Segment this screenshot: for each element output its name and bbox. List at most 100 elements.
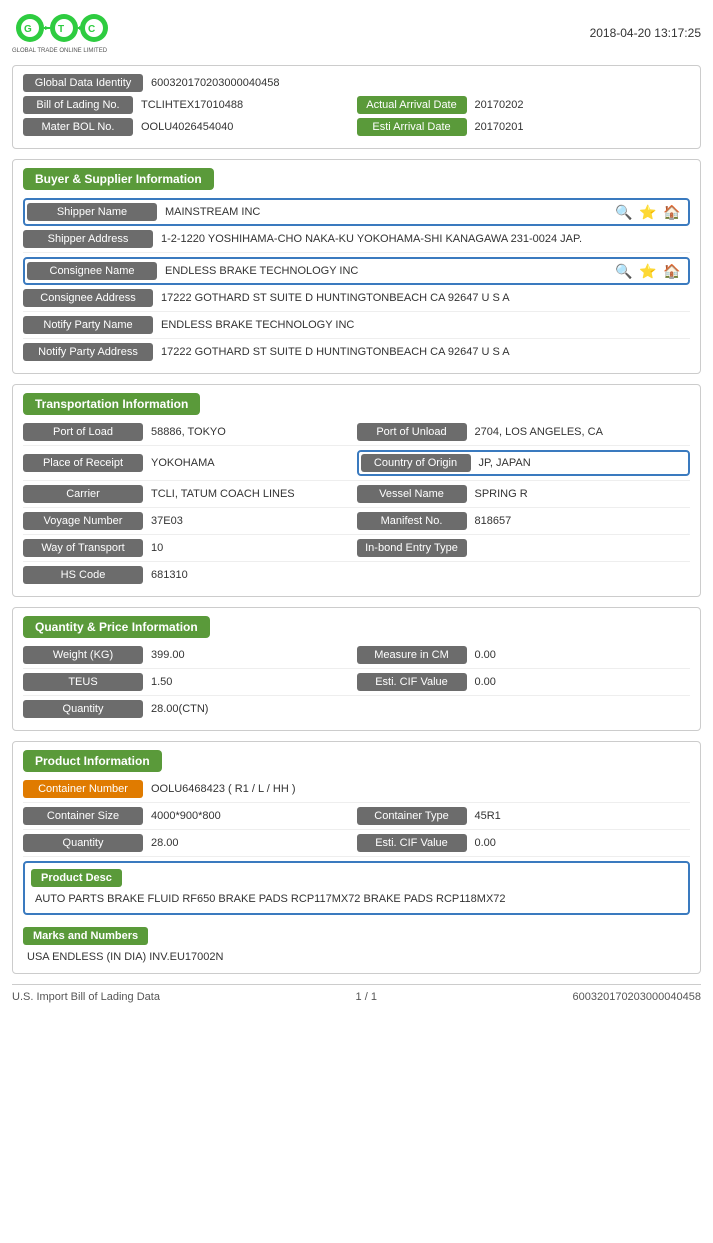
way-of-transport-value: 10 [143, 539, 357, 557]
global-data-identity-value: 600320170203000040458 [143, 74, 287, 92]
vessel-name-label: Vessel Name [357, 485, 467, 503]
way-of-transport-half: Way of Transport 10 [23, 539, 357, 557]
measure-half: Measure in CM 0.00 [357, 646, 691, 664]
shipper-name-icons: 🔍 ⭐ 🏠 [614, 202, 686, 222]
search-icon[interactable]: 🔍 [614, 202, 634, 222]
shipper-name-label: Shipper Name [27, 203, 157, 221]
quantity-price-section: Quantity & Price Information Weight (KG)… [12, 607, 701, 731]
global-data-identity-row: Global Data Identity 6003201702030000404… [23, 74, 690, 92]
buyer-supplier-section: Buyer & Supplier Information Shipper Nam… [12, 159, 701, 374]
manifest-half: Manifest No. 818657 [357, 512, 691, 530]
actual-arrival-half: Actual Arrival Date 20170202 [357, 96, 691, 114]
notify-party-address-label: Notify Party Address [23, 343, 153, 361]
container-number-row: Container Number OOLU6468423 ( R1 / L / … [23, 780, 690, 803]
teus-half: TEUS 1.50 [23, 673, 357, 691]
product-quantity-cif-row: Quantity 28.00 Esti. CIF Value 0.00 [23, 834, 690, 857]
timestamp: 2018-04-20 13:17:25 [590, 26, 701, 40]
port-of-unload-label: Port of Unload [357, 423, 467, 441]
container-type-label: Container Type [357, 807, 467, 825]
home-icon[interactable]: 🏠 [662, 261, 682, 281]
container-size-type-row: Container Size 4000*900*800 Container Ty… [23, 807, 690, 830]
quantity-label: Quantity [23, 700, 143, 718]
esti-cif-value: 0.00 [467, 673, 691, 691]
place-of-receipt-label: Place of Receipt [23, 454, 143, 472]
consignee-address-row: Consignee Address 17222 GOTHARD ST SUITE… [23, 289, 690, 312]
mater-bol-half: Mater BOL No. OOLU4026454040 [23, 118, 357, 136]
svg-text:G: G [24, 24, 32, 35]
consignee-address-value: 17222 GOTHARD ST SUITE D HUNTINGTONBEACH… [153, 289, 690, 307]
vessel-name-value: SPRING R [467, 485, 691, 503]
container-size-value: 4000*900*800 [143, 807, 357, 825]
consignee-name-icons: 🔍 ⭐ 🏠 [614, 261, 686, 281]
weight-value: 399.00 [143, 646, 357, 664]
port-of-unload-half: Port of Unload 2704, LOS ANGELES, CA [357, 423, 691, 441]
footer-left: U.S. Import Bill of Lading Data [12, 991, 160, 1003]
country-of-origin-label: Country of Origin [361, 454, 471, 472]
esti-arrival-label: Esti Arrival Date [357, 118, 467, 136]
weight-half: Weight (KG) 399.00 [23, 646, 357, 664]
port-of-load-label: Port of Load [23, 423, 143, 441]
star-icon[interactable]: ⭐ [638, 202, 658, 222]
teus-cif-row: TEUS 1.50 Esti. CIF Value 0.00 [23, 673, 690, 696]
top-info-box: Global Data Identity 6003201702030000404… [12, 65, 701, 149]
transport-inbond-row: Way of Transport 10 In-bond Entry Type [23, 539, 690, 562]
logo: G T C GLOBAL TRADE ONLINE LIMITED [12, 10, 112, 55]
weight-label: Weight (KG) [23, 646, 143, 664]
product-esti-cif-value: 0.00 [467, 834, 691, 852]
container-size-label: Container Size [23, 807, 143, 825]
product-desc-box: Product Desc AUTO PARTS BRAKE FLUID RF65… [23, 861, 690, 915]
actual-arrival-value: 20170202 [467, 96, 532, 114]
notify-party-name-label: Notify Party Name [23, 316, 153, 334]
notify-party-name-value: ENDLESS BRAKE TECHNOLOGY INC [153, 316, 690, 334]
svg-text:C: C [88, 24, 95, 35]
receipt-origin-row: Place of Receipt YOKOHAMA Country of Ori… [23, 450, 690, 481]
measure-label: Measure in CM [357, 646, 467, 664]
consignee-name-label: Consignee Name [27, 262, 157, 280]
svg-text:T: T [58, 24, 64, 35]
teus-value: 1.50 [143, 673, 357, 691]
product-desc-label: Product Desc [31, 869, 122, 887]
place-of-receipt-value: YOKOHAMA [143, 454, 357, 472]
search-icon[interactable]: 🔍 [614, 261, 634, 281]
port-of-load-half: Port of Load 58886, TOKYO [23, 423, 357, 441]
marks-numbers-value: USA ENDLESS (IN DIA) INV.EU17002N [23, 949, 690, 965]
notify-party-address-value: 17222 GOTHARD ST SUITE D HUNTINGTONBEACH… [153, 343, 690, 361]
consignee-name-value: ENDLESS BRAKE TECHNOLOGY INC [157, 262, 614, 280]
esti-cif-half: Esti. CIF Value 0.00 [357, 673, 691, 691]
vessel-name-half: Vessel Name SPRING R [357, 485, 691, 503]
port-of-load-value: 58886, TOKYO [143, 423, 357, 441]
inbond-label: In-bond Entry Type [357, 539, 467, 557]
shipper-address-label: Shipper Address [23, 230, 153, 248]
container-number-value: OOLU6468423 ( R1 / L / HH ) [143, 780, 690, 798]
manifest-label: Manifest No. [357, 512, 467, 530]
hs-code-row: HS Code 681310 [23, 566, 690, 588]
hs-code-label: HS Code [23, 566, 143, 584]
voyage-number-label: Voyage Number [23, 512, 143, 530]
inbond-value [467, 545, 691, 551]
carrier-value: TCLI, TATUM COACH LINES [143, 485, 357, 503]
hs-code-value: 681310 [143, 566, 690, 584]
container-type-half: Container Type 45R1 [357, 807, 691, 825]
inbond-half: In-bond Entry Type [357, 539, 691, 557]
product-esti-cif-label: Esti. CIF Value [357, 834, 467, 852]
port-of-unload-value: 2704, LOS ANGELES, CA [467, 423, 691, 441]
product-quantity-value: 28.00 [143, 834, 357, 852]
shipper-name-value: MAINSTREAM INC [157, 203, 614, 221]
port-row: Port of Load 58886, TOKYO Port of Unload… [23, 423, 690, 446]
home-icon[interactable]: 🏠 [662, 202, 682, 222]
place-of-receipt-half: Place of Receipt YOKOHAMA [23, 454, 357, 472]
teus-label: TEUS [23, 673, 143, 691]
country-of-origin-half: Country of Origin JP, JAPAN [357, 450, 691, 476]
measure-value: 0.00 [467, 646, 691, 664]
weight-measure-row: Weight (KG) 399.00 Measure in CM 0.00 [23, 646, 690, 669]
voyage-manifest-row: Voyage Number 37E03 Manifest No. 818657 [23, 512, 690, 535]
product-desc-value: AUTO PARTS BRAKE FLUID RF650 BRAKE PADS … [31, 891, 682, 907]
header: G T C GLOBAL TRADE ONLINE LIMITED 2018-0… [12, 10, 701, 55]
consignee-address-label: Consignee Address [23, 289, 153, 307]
way-of-transport-label: Way of Transport [23, 539, 143, 557]
voyage-number-value: 37E03 [143, 512, 357, 530]
star-icon[interactable]: ⭐ [638, 261, 658, 281]
container-size-half: Container Size 4000*900*800 [23, 807, 357, 825]
bill-of-lading-label: Bill of Lading No. [23, 96, 133, 114]
shipper-name-row: Shipper Name MAINSTREAM INC 🔍 ⭐ 🏠 [23, 198, 690, 226]
